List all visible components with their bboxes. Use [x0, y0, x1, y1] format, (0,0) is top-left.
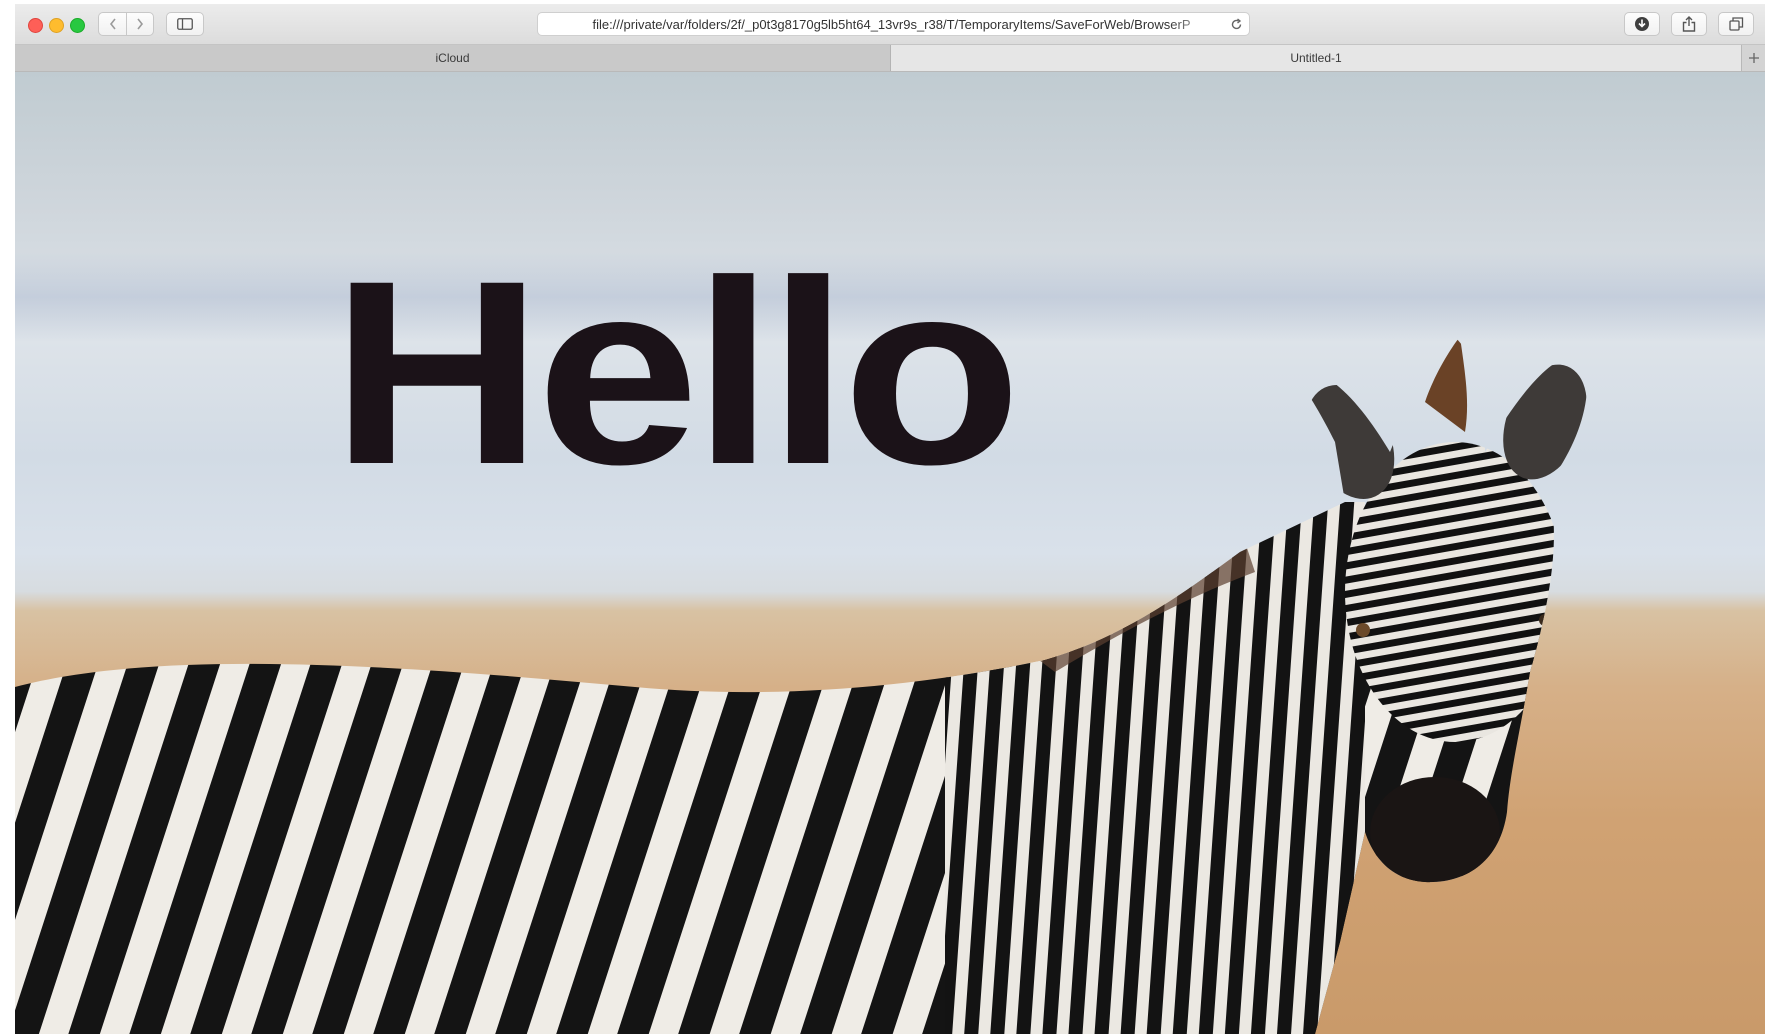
forward-button[interactable]	[126, 12, 154, 36]
url-text[interactable]: file:///private/var/folders/2f/_p0t3g817…	[538, 17, 1223, 32]
zebra-image	[15, 337, 1588, 1034]
sidebar-button[interactable]	[166, 12, 204, 36]
back-button[interactable]	[98, 12, 126, 36]
address-bar[interactable]: file:///private/var/folders/2f/_p0t3g817…	[537, 12, 1250, 36]
tab-label: iCloud	[435, 51, 470, 65]
download-icon	[1635, 17, 1649, 31]
hello-heading: Hello	[331, 226, 1022, 519]
tabs-overview-icon	[1728, 17, 1743, 31]
navigation-buttons	[98, 12, 155, 36]
browser-toolbar: file:///private/var/folders/2f/_p0t3g817…	[15, 4, 1765, 45]
minimize-window-button[interactable]	[49, 18, 64, 33]
reload-button[interactable]	[1223, 13, 1249, 35]
tab-untitled-1[interactable]: Untitled-1	[891, 45, 1741, 71]
chevron-left-icon	[109, 18, 116, 30]
tab-icloud[interactable]: iCloud	[15, 45, 891, 71]
share-button[interactable]	[1671, 12, 1707, 36]
page-content: Hello	[15, 72, 1765, 1034]
sidebar-icon	[177, 18, 193, 30]
reload-icon	[1231, 17, 1241, 29]
downloads-button[interactable]	[1624, 12, 1660, 36]
new-tab-button[interactable]	[1741, 45, 1765, 71]
tab-bar: iCloud Untitled-1	[15, 45, 1765, 72]
chevron-right-icon	[137, 18, 144, 30]
tabs-overview-button[interactable]	[1718, 12, 1754, 36]
tab-label: Untitled-1	[1290, 51, 1342, 65]
browser-window: file:///private/var/folders/2f/_p0t3g817…	[15, 4, 1765, 1034]
plus-icon	[1748, 53, 1759, 63]
share-icon	[1682, 16, 1696, 32]
close-window-button[interactable]	[28, 18, 43, 33]
zoom-window-button[interactable]	[70, 18, 85, 33]
